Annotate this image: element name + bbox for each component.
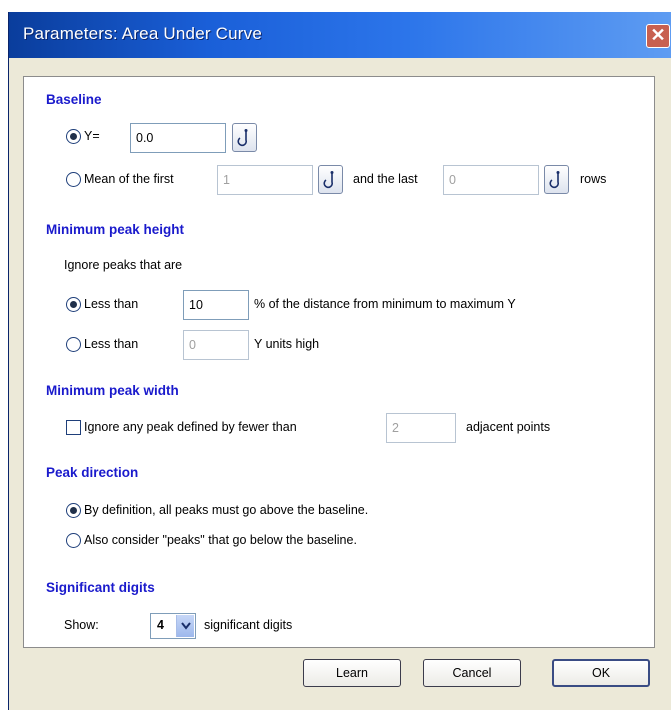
significant-digits-suffix: significant digits <box>204 618 293 632</box>
hook-icon <box>549 171 560 189</box>
baseline-last-input[interactable]: 0 <box>443 165 539 195</box>
close-icon: ✕ <box>650 25 666 45</box>
parameters-panel: Baseline Y= 0.0 Mean of the first 1 and … <box>23 76 655 648</box>
peak-direction-above-radio[interactable] <box>66 503 81 518</box>
min-peak-height-heading: Minimum peak height <box>46 222 185 237</box>
peak-direction-below-label: Also consider "peaks" that go below the … <box>84 533 357 547</box>
ignore-peaks-label: Ignore peaks that are <box>64 258 183 272</box>
baseline-y-label: Y= <box>84 129 100 143</box>
ignore-peak-width-label: Ignore any peak defined by fewer than <box>84 420 297 434</box>
baseline-heading: Baseline <box>46 92 102 107</box>
peak-height-percent-label: Less than <box>84 297 139 311</box>
baseline-first-hook-button[interactable] <box>318 165 343 194</box>
baseline-y-radio[interactable] <box>66 129 81 144</box>
peak-height-units-label: Less than <box>84 337 139 351</box>
baseline-mean-radio[interactable] <box>66 172 81 187</box>
baseline-last-hook-button[interactable] <box>544 165 569 194</box>
baseline-y-input[interactable]: 0.0 <box>130 123 226 153</box>
baseline-and-last-label: and the last <box>353 172 418 186</box>
window-title: Parameters: Area Under Curve <box>23 24 262 43</box>
peak-height-percent-radio[interactable] <box>66 297 81 312</box>
peak-direction-heading: Peak direction <box>46 465 139 480</box>
baseline-first-input[interactable]: 1 <box>217 165 313 195</box>
peak-height-units-input[interactable]: 0 <box>183 330 249 360</box>
title-bar: Parameters: Area Under Curve ✕ <box>9 12 671 58</box>
cancel-button[interactable]: Cancel <box>423 659 521 687</box>
min-peak-width-heading: Minimum peak width <box>46 383 179 398</box>
dialog: Parameters: Area Under Curve ✕ Baseline … <box>8 12 671 710</box>
ignore-peak-width-checkbox[interactable] <box>66 420 81 435</box>
dropdown-button[interactable] <box>176 615 194 637</box>
hook-icon <box>323 171 334 189</box>
chevron-down-icon <box>181 622 191 630</box>
baseline-y-hook-button[interactable] <box>232 123 257 152</box>
significant-digits-value: 4 <box>157 618 164 632</box>
peak-direction-above-label: By definition, all peaks must go above t… <box>84 503 369 517</box>
peak-height-percent-suffix: % of the distance from minimum to maximu… <box>254 297 516 311</box>
ok-button[interactable]: OK <box>552 659 650 687</box>
peak-width-points-input[interactable]: 2 <box>386 413 456 443</box>
peak-height-percent-input[interactable]: 10 <box>183 290 249 320</box>
show-label: Show: <box>64 618 99 632</box>
close-button[interactable]: ✕ <box>646 24 670 48</box>
peak-width-points-suffix: adjacent points <box>466 420 551 434</box>
baseline-mean-label: Mean of the first <box>84 172 174 186</box>
hook-icon <box>237 129 248 147</box>
baseline-rows-label: rows <box>580 172 607 186</box>
peak-direction-below-radio[interactable] <box>66 533 81 548</box>
peak-height-units-suffix: Y units high <box>254 337 320 351</box>
significant-digits-select[interactable]: 4 <box>150 613 196 639</box>
significant-digits-heading: Significant digits <box>46 580 155 595</box>
learn-button[interactable]: Learn <box>303 659 401 687</box>
peak-height-units-radio[interactable] <box>66 337 81 352</box>
